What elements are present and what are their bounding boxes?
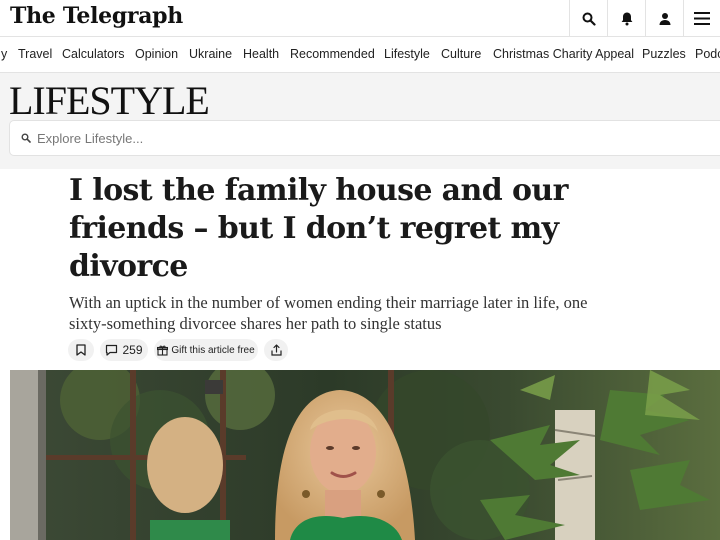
menu-icon: [694, 12, 710, 25]
comments-button[interactable]: 259: [100, 339, 148, 361]
save-button[interactable]: [68, 339, 94, 361]
nav-item-puzzles[interactable]: Puzzles: [642, 47, 686, 61]
nav-item-partial[interactable]: y: [1, 47, 7, 61]
nav-item-opinion[interactable]: Opinion: [135, 47, 178, 61]
nav-item-calculators[interactable]: Calculators: [62, 47, 125, 61]
nav-item-podcasts[interactable]: Podc: [695, 47, 720, 61]
bell-icon: [621, 12, 632, 26]
article-headline: I lost the family house and our friends …: [69, 173, 568, 284]
nav-item-recommended[interactable]: Recommended: [290, 47, 375, 61]
comment-icon: [106, 344, 118, 356]
nav-item-health[interactable]: Health: [243, 47, 279, 61]
nav-item-travel[interactable]: Travel: [18, 47, 52, 61]
lead-photo: [10, 370, 720, 540]
section-title[interactable]: LIFESTYLE: [9, 79, 210, 123]
search-button[interactable]: [569, 0, 607, 37]
account-button[interactable]: [645, 0, 683, 37]
gift-article-button[interactable]: Gift this article free: [154, 339, 258, 361]
nav-item-culture[interactable]: Culture: [441, 47, 481, 61]
comment-count: 259: [122, 343, 143, 357]
account-icon: [659, 12, 670, 25]
notifications-button[interactable]: [607, 0, 645, 37]
gift-icon: [157, 345, 169, 356]
bookmark-icon: [76, 344, 86, 356]
search-placeholder: Explore Lifestyle...: [37, 131, 144, 146]
nav-item-christmas-charity-appeal[interactable]: Christmas Charity Appeal: [493, 47, 634, 61]
search-icon: [21, 133, 31, 143]
section-nav: y Travel Calculators Opinion Ukraine Hea…: [0, 37, 720, 73]
section-search-input[interactable]: Explore Lifestyle...: [9, 120, 720, 156]
nav-item-ukraine[interactable]: Ukraine: [189, 47, 232, 61]
section-header: LIFESTYLE Explore Lifestyle...: [0, 73, 720, 169]
top-header: The Telegraph: [0, 0, 720, 37]
article-standfirst: With an uptick in the number of women en…: [69, 293, 588, 333]
nav-item-lifestyle[interactable]: Lifestyle: [384, 47, 430, 61]
search-icon: [582, 12, 596, 26]
menu-button[interactable]: [683, 0, 720, 37]
share-button[interactable]: [264, 339, 288, 361]
gift-label: Gift this article free: [171, 344, 255, 356]
telegraph-logo[interactable]: The Telegraph: [10, 3, 183, 29]
share-icon: [270, 344, 282, 356]
article-lead-image: [10, 370, 720, 540]
